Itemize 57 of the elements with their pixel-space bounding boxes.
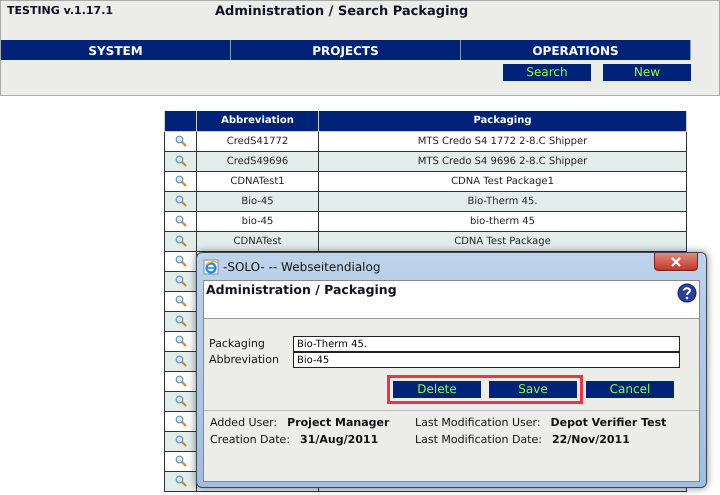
page-title: Administration / Search Packaging [215,3,468,21]
help-icon[interactable] [677,283,697,303]
table-cell: bio-45 [196,211,318,231]
column-header: Packaging [318,111,686,131]
search-icon[interactable] [174,314,186,327]
search-icon[interactable] [174,274,186,287]
search-icon[interactable] [174,234,186,247]
table-cell: CDNA Test Package1 [318,171,686,191]
info-value: 22/Nov/2011 [552,432,630,448]
table-cell: MTS Credo S4 9696 2-8.C Shipper [318,151,686,171]
search-icon[interactable] [174,414,186,427]
search-icon[interactable] [174,194,186,207]
search-icon[interactable] [174,374,186,387]
search-icon[interactable] [174,134,186,147]
search-icon[interactable] [174,394,186,407]
version-label: TESTING v.1.17.1 [6,3,114,19]
action-button[interactable]: Search [503,64,591,80]
dialog-title: Administration / Packaging [206,281,397,299]
text-field[interactable]: Bio-45 [293,352,680,368]
table-cell: MTS Credo S4 1772 2-8.C Shipper [318,131,686,151]
table-cell: CDNA Test Package [318,231,686,251]
close-icon[interactable] [671,257,681,268]
search-icon[interactable] [174,254,186,267]
column-header: Abbreviation [196,111,318,131]
close-button[interactable] [654,253,698,271]
search-icon[interactable] [174,354,186,367]
field-label: Packaging [209,336,266,352]
table-cell: Bio-45 [196,191,318,211]
search-icon[interactable] [174,174,186,187]
info-label: Last Modification User: [415,415,541,431]
table-cell: CredS49696 [196,151,318,171]
action-button[interactable]: New [603,64,691,80]
info-value: Depot Verifier Test [550,415,666,431]
table-cell: CredS41772 [196,131,318,151]
info-label: Creation Date: [210,432,290,448]
dialog-button[interactable]: Save [489,381,577,398]
search-icon[interactable] [174,294,186,307]
browser-icon [203,258,219,274]
dialog-button[interactable]: Delete [393,381,481,398]
info-label: Last Modification Date: [415,432,542,448]
search-icon[interactable] [174,434,186,447]
info-value: Project Manager [287,415,390,431]
search-icon[interactable] [174,454,186,467]
table-cell: bio-therm 45 [318,211,686,231]
table-cell: Bio-Therm 45. [318,191,686,211]
search-icon[interactable] [174,154,186,167]
table-cell: CDNATest [196,231,318,251]
text-field[interactable]: Bio-Therm 45. [293,336,680,352]
field-label: Abbreviation [209,352,280,368]
search-icon[interactable] [174,214,186,227]
table-cell: CDNATest1 [196,171,318,191]
dialog-button[interactable]: Cancel [586,381,674,398]
window-title: -SOLO- -- Webseitendialog [223,258,380,276]
search-icon[interactable] [174,474,186,487]
info-value: 31/Aug/2011 [300,432,378,448]
search-icon[interactable] [174,334,186,347]
info-label: Added User: [210,415,278,431]
